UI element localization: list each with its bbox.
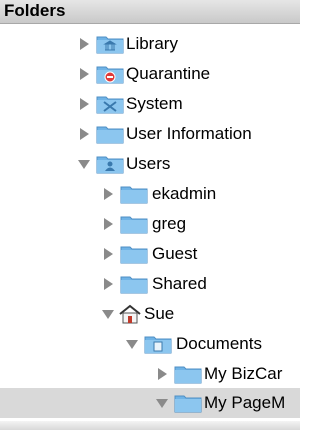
tree-item-users[interactable]: Users (0, 149, 300, 179)
tree-item-my-bizcar[interactable]: My BizCar (0, 359, 300, 389)
expand-triangle-icon[interactable] (104, 188, 113, 200)
collapse-triangle-icon[interactable] (156, 399, 168, 408)
tree-item-user-information[interactable]: User Information (0, 119, 300, 149)
tree-item-library[interactable]: Library (0, 29, 300, 59)
expand-triangle-icon[interactable] (104, 218, 113, 230)
collapse-triangle-icon[interactable] (126, 340, 138, 349)
folder-icon (120, 216, 148, 234)
tree-item-label: My PageM (204, 393, 286, 412)
tree-item-system[interactable]: System (0, 89, 300, 119)
tree-item-sue[interactable]: Sue (0, 299, 300, 329)
tree-item-label: Documents (176, 334, 262, 353)
tree-item-label: Shared (152, 274, 207, 293)
quarantine-folder-icon (96, 66, 124, 84)
system-folder-icon (96, 96, 124, 114)
tree-item-label: Library (126, 34, 178, 53)
tree-item-label: Sue (144, 304, 175, 323)
expand-triangle-icon[interactable] (80, 128, 89, 140)
expand-triangle-icon[interactable] (158, 368, 167, 380)
folder-icon (120, 246, 148, 264)
folder-icon (174, 395, 202, 413)
tree-item-label: My BizCar (204, 364, 283, 383)
folder-icon (120, 186, 148, 204)
tree-item-label: greg (152, 214, 187, 233)
tree-item-label: System (126, 94, 183, 113)
folder-icon (96, 126, 124, 144)
tree-item-label: ekadmin (152, 184, 217, 203)
tree-item-documents[interactable]: Documents (0, 329, 300, 359)
expand-triangle-icon[interactable] (80, 68, 89, 80)
tree-item-shared[interactable]: Shared (0, 269, 300, 299)
tree-item-label: Users (126, 154, 171, 173)
tree-item-greg[interactable]: greg (0, 209, 300, 239)
tree-item-my-pagem[interactable]: My PageM (0, 388, 300, 418)
panel-edge (300, 0, 325, 430)
tree-item-quarantine[interactable]: Quarantine (0, 59, 300, 89)
collapse-triangle-icon[interactable] (102, 310, 114, 319)
library-folder-icon (96, 36, 124, 54)
expand-triangle-icon[interactable] (104, 248, 113, 260)
home-icon (119, 304, 141, 324)
folders-title: Folders (4, 1, 66, 20)
documents-folder-icon (144, 336, 172, 354)
expand-triangle-icon[interactable] (80, 98, 89, 110)
folder-icon (120, 276, 148, 294)
folder-icon (174, 366, 202, 384)
bottom-divider (0, 421, 300, 430)
tree-item-label: Quarantine (126, 64, 211, 83)
tree-item-label: Guest (152, 244, 198, 263)
collapse-triangle-icon[interactable] (78, 160, 90, 169)
expand-triangle-icon[interactable] (80, 38, 89, 50)
expand-triangle-icon[interactable] (104, 278, 113, 290)
tree-item-guest[interactable]: Guest (0, 239, 300, 269)
folders-header: Folders (0, 0, 300, 24)
users-folder-icon (96, 156, 124, 174)
tree-item-ekadmin[interactable]: ekadmin (0, 179, 300, 209)
folder-tree[interactable]: Library Quarantine System User Informati… (0, 24, 300, 430)
tree-item-label: User Information (126, 124, 252, 143)
